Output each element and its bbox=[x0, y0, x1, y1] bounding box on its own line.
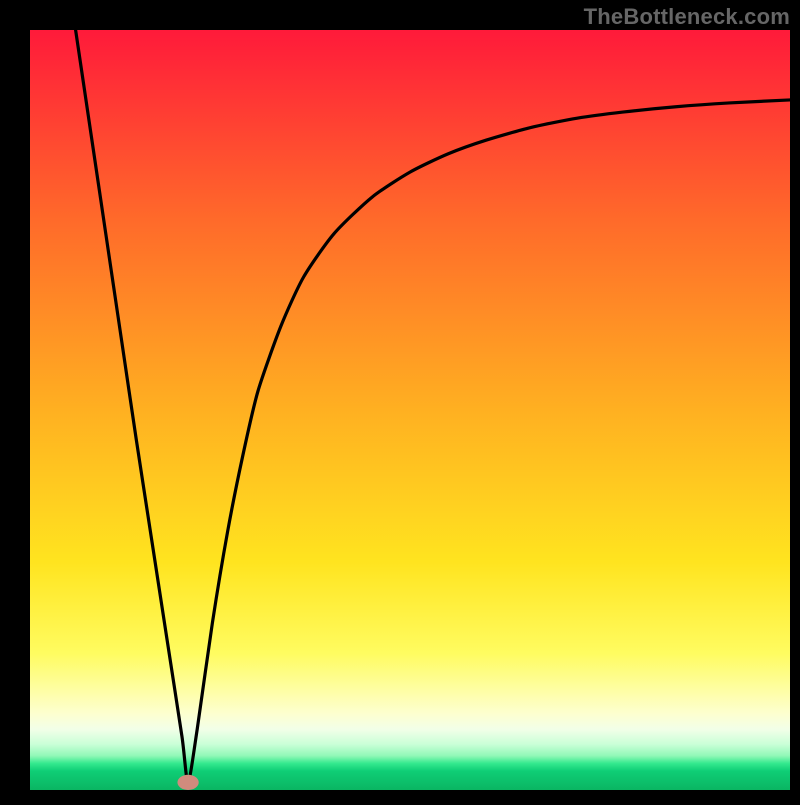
attribution-text: TheBottleneck.com bbox=[584, 4, 790, 30]
chart-root: TheBottleneck.com bbox=[0, 0, 800, 800]
bottleneck-chart bbox=[0, 0, 800, 800]
optimum-marker bbox=[177, 775, 198, 790]
gradient-background bbox=[30, 30, 790, 790]
